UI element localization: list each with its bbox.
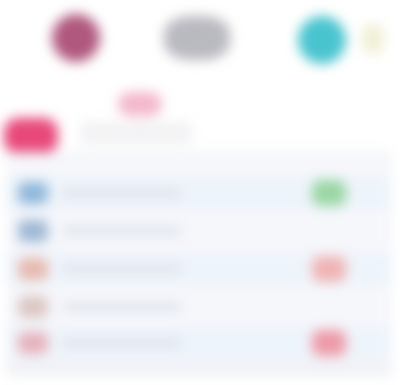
footer-bar <box>6 362 392 376</box>
row-label <box>62 188 182 198</box>
row-thumbnail-icon <box>18 220 48 242</box>
app-icon-magenta[interactable] <box>52 14 100 62</box>
app-icon-teal[interactable] <box>298 16 346 64</box>
list-item[interactable] <box>6 290 392 324</box>
row-label <box>62 338 182 348</box>
list-item[interactable] <box>6 252 392 286</box>
blurred-screen <box>0 0 400 385</box>
list-item[interactable] <box>6 176 392 210</box>
list-item[interactable] <box>6 326 392 360</box>
tab-secondary[interactable] <box>80 122 192 144</box>
status-badge <box>312 256 346 282</box>
row-thumbnail-icon <box>18 296 48 318</box>
tab-active[interactable] <box>4 118 58 154</box>
app-icon-cream[interactable] <box>362 24 384 54</box>
row-label <box>62 302 182 312</box>
row-thumbnail-icon <box>18 332 48 354</box>
row-thumbnail-icon <box>18 182 48 204</box>
notification-badge <box>118 92 162 116</box>
app-icon-gray[interactable] <box>164 16 230 60</box>
list-item[interactable] <box>6 214 392 248</box>
row-thumbnail-icon <box>18 258 48 280</box>
row-label <box>62 264 182 274</box>
status-badge <box>312 180 346 206</box>
row-label <box>62 226 182 236</box>
status-badge <box>312 330 346 356</box>
